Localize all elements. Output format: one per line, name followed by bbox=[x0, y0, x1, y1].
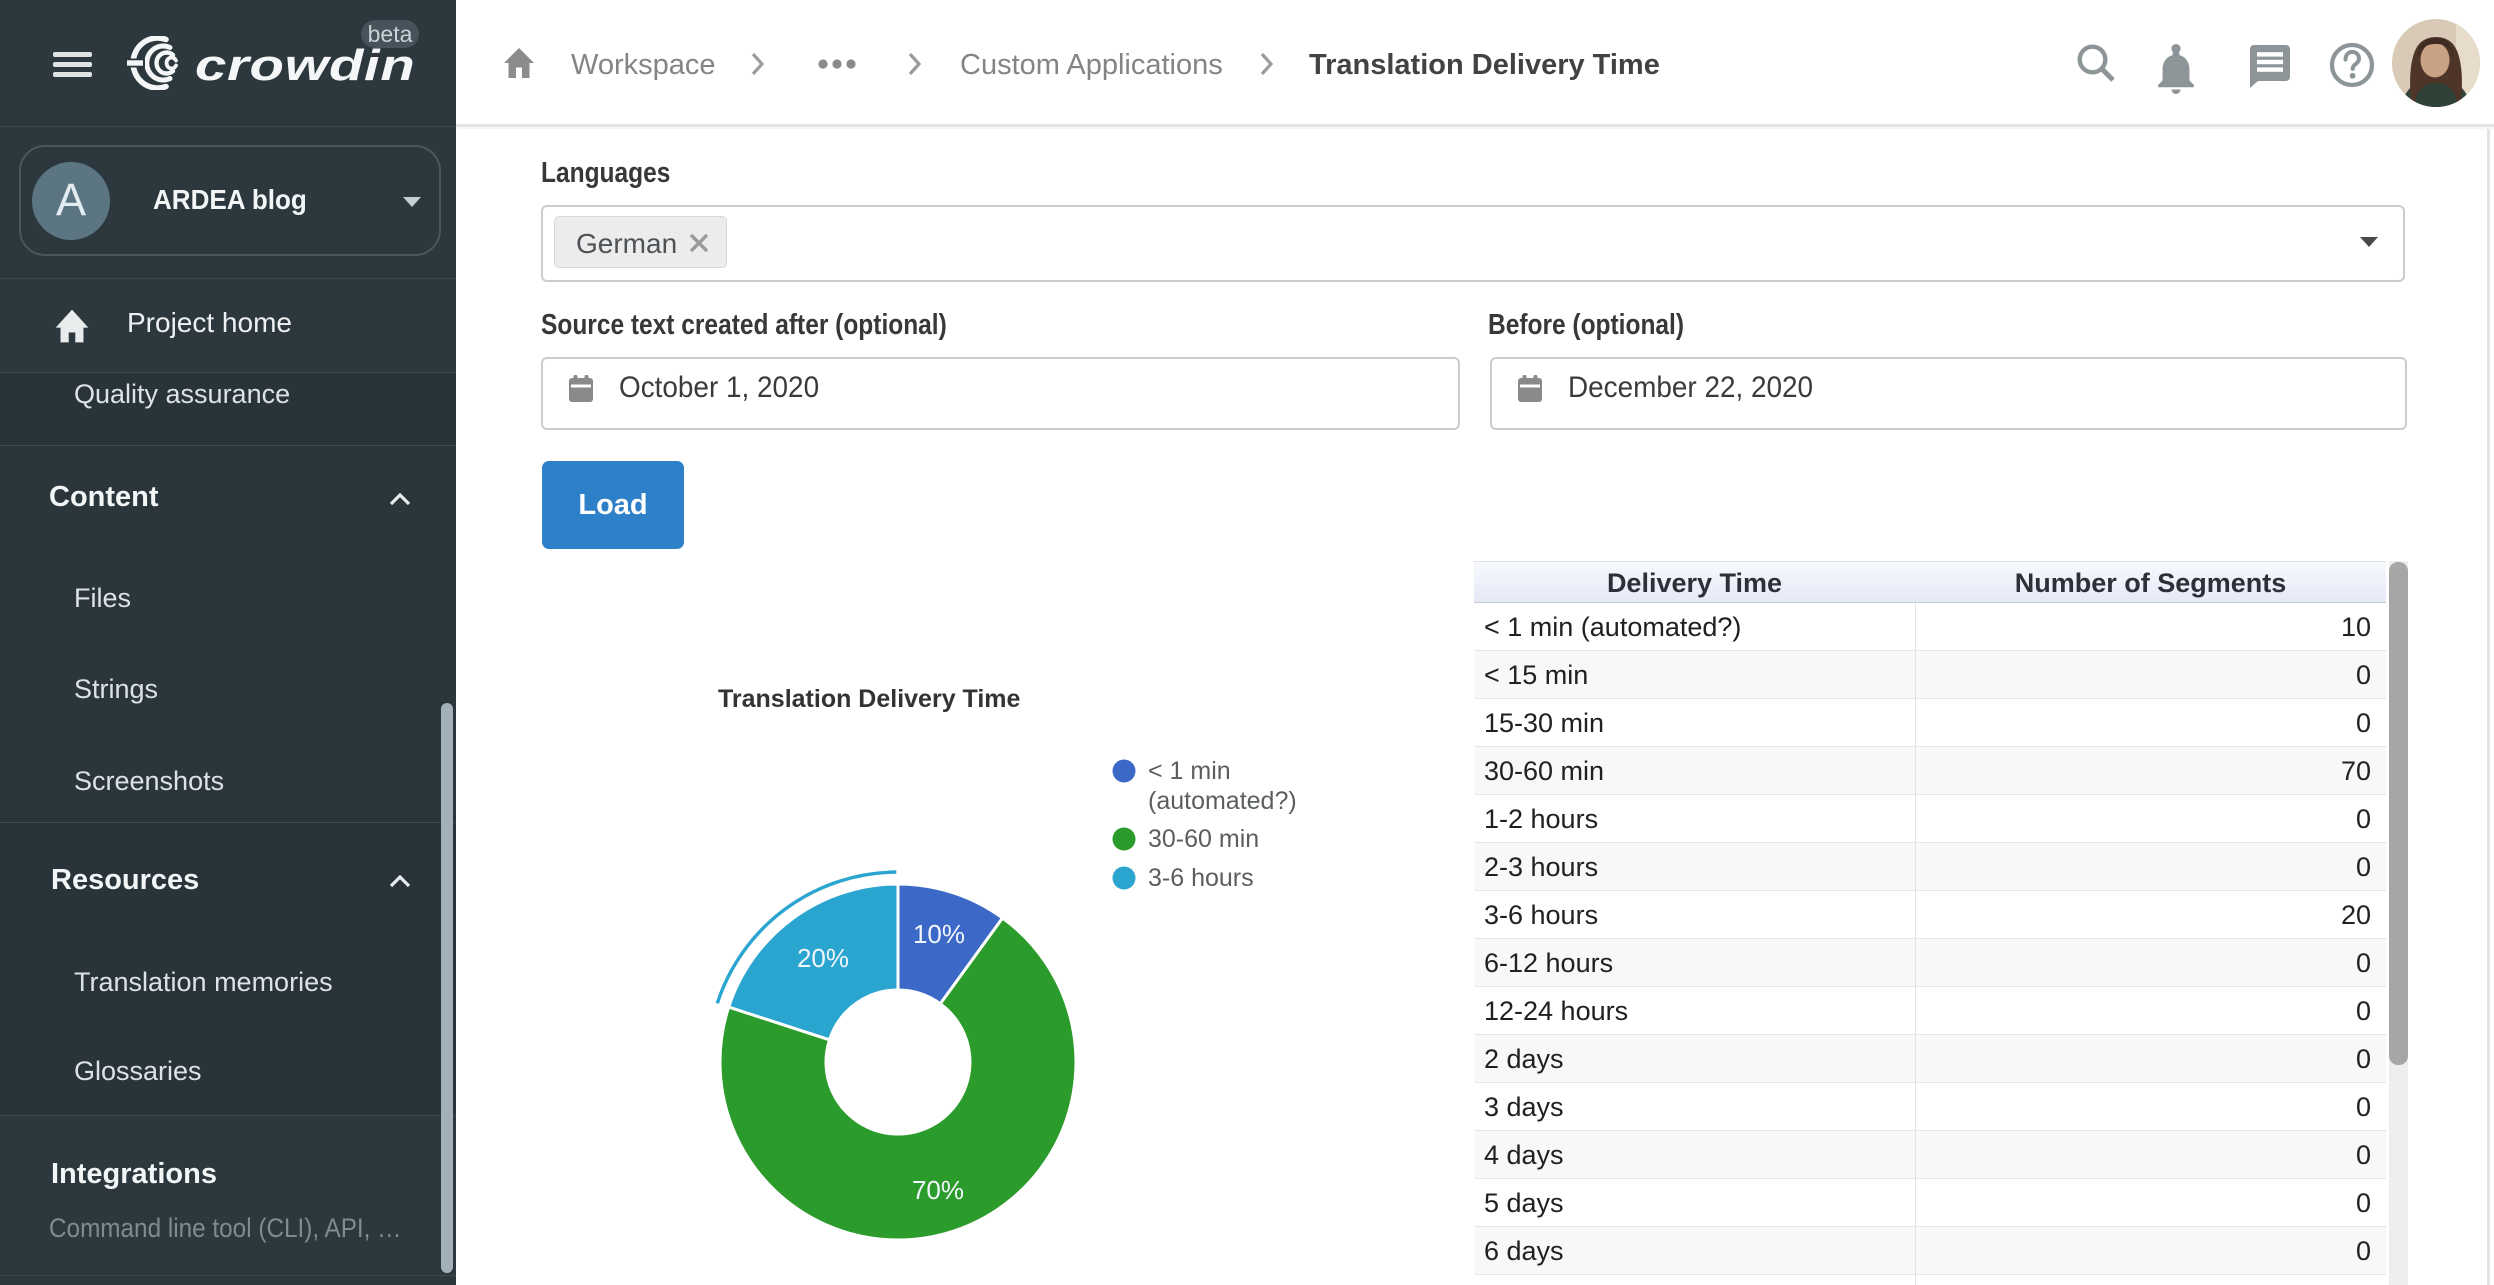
svg-text:30-60 min: 30-60 min bbox=[1148, 825, 1259, 853]
svg-text:3-6 hours: 3-6 hours bbox=[1148, 864, 1254, 892]
svg-text:20%: 20% bbox=[797, 943, 849, 973]
svg-text:< 1 min: < 1 min bbox=[1148, 757, 1231, 785]
svg-text:10%: 10% bbox=[913, 919, 965, 949]
svg-text:(automated?): (automated?) bbox=[1148, 787, 1297, 815]
svg-text:70%: 70% bbox=[912, 1175, 964, 1205]
